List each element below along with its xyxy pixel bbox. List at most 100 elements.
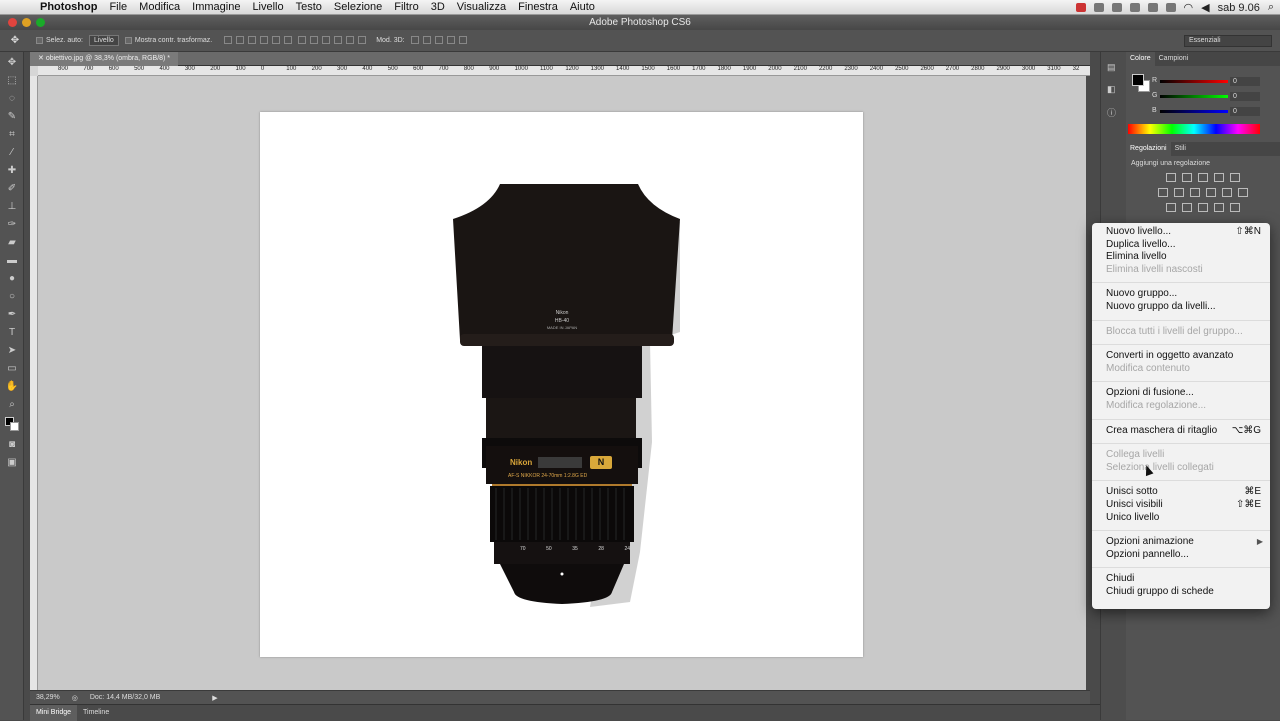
color-lookup-icon[interactable] bbox=[1238, 188, 1248, 197]
menu-item[interactable]: Unisci visibili ⇧⌘E bbox=[1092, 499, 1270, 512]
align-vcenter-icon[interactable] bbox=[236, 35, 245, 44]
info-panel-icon[interactable]: ⓘ bbox=[1107, 106, 1121, 118]
brightness-contrast-icon[interactable] bbox=[1166, 173, 1176, 182]
auto-select-dropdown[interactable]: Livello bbox=[88, 35, 119, 46]
black-white-icon[interactable] bbox=[1190, 188, 1200, 197]
vertical-ruler[interactable] bbox=[30, 76, 38, 690]
show-transform-checkbox[interactable] bbox=[124, 37, 132, 44]
canvas-area[interactable]: Nikon HB-40 MADE IN JAPAN Nikon N AF-S N… bbox=[38, 76, 1086, 690]
menu-testo[interactable]: Testo bbox=[290, 1, 328, 13]
blur-tool-icon[interactable]: ● bbox=[4, 272, 20, 286]
color-balance-icon[interactable] bbox=[1174, 188, 1184, 197]
document-tab[interactable]: ✕ obiettivo.jpg @ 38,3% (ombra, RGB/8) * bbox=[30, 52, 179, 66]
auto-select-checkbox[interactable] bbox=[36, 37, 43, 44]
align-top-icon[interactable] bbox=[224, 35, 233, 44]
channel-g-slider[interactable] bbox=[1160, 95, 1228, 98]
vibrance-icon[interactable] bbox=[1230, 173, 1240, 182]
posterize-icon[interactable] bbox=[1182, 203, 1192, 212]
channel-b-value[interactable]: 0 bbox=[1230, 107, 1260, 116]
menu-immagine[interactable]: Immagine bbox=[186, 1, 246, 13]
quick-mask-icon[interactable]: ◙ bbox=[4, 438, 20, 452]
panel-foreground-swatch[interactable] bbox=[1132, 74, 1144, 86]
selective-color-icon[interactable] bbox=[1230, 203, 1240, 212]
distribute-left-icon[interactable] bbox=[334, 35, 343, 44]
menubar-clock[interactable]: sab 9.06 bbox=[1218, 2, 1260, 14]
tab-stili[interactable]: Stili bbox=[1171, 142, 1190, 156]
menu-item[interactable]: Chiudi gruppo di schede bbox=[1092, 586, 1270, 599]
close-window-icon[interactable] bbox=[8, 18, 17, 27]
wifi-icon[interactable]: ◠ bbox=[1184, 1, 1194, 14]
distribute-top-icon[interactable] bbox=[298, 35, 307, 44]
channel-r-slider[interactable] bbox=[1160, 80, 1228, 83]
align-bottom-icon[interactable] bbox=[248, 35, 257, 44]
eraser-tool-icon[interactable]: ▰ bbox=[4, 236, 20, 250]
dropbox-icon[interactable] bbox=[1129, 3, 1140, 12]
menu-item[interactable]: Opzioni di fusione... bbox=[1092, 387, 1270, 400]
skype-icon[interactable] bbox=[1111, 3, 1122, 12]
background-color-swatch[interactable] bbox=[10, 422, 19, 431]
status-menu-arrow-icon[interactable]: ▶ bbox=[212, 694, 217, 702]
menu-item[interactable]: Chiudi bbox=[1092, 573, 1270, 586]
bluetooth-icon[interactable] bbox=[1165, 3, 1176, 12]
clone-stamp-tool-icon[interactable]: ⊥ bbox=[4, 200, 20, 214]
photo-filter-icon[interactable] bbox=[1206, 188, 1216, 197]
drag-3d-icon[interactable] bbox=[434, 35, 443, 44]
zoom-level[interactable]: 38,29% bbox=[36, 694, 60, 701]
status-icon[interactable] bbox=[1093, 3, 1104, 12]
rotate-3d-icon[interactable] bbox=[410, 35, 419, 44]
distribute-right-icon[interactable] bbox=[358, 35, 367, 44]
screen-mode-icon[interactable]: ▣ bbox=[4, 456, 20, 470]
exposure-icon[interactable] bbox=[1214, 173, 1224, 182]
menu-item[interactable]: Nuovo gruppo da livelli... bbox=[1092, 301, 1270, 314]
shape-tool-icon[interactable]: ▭ bbox=[4, 362, 20, 376]
menu-app-photoshop[interactable]: Photoshop bbox=[34, 1, 103, 13]
hue-saturation-icon[interactable] bbox=[1158, 188, 1168, 197]
dodge-tool-icon[interactable]: ○ bbox=[4, 290, 20, 304]
menu-finestra[interactable]: Finestra bbox=[512, 1, 564, 13]
menu-livello[interactable]: Livello bbox=[246, 1, 289, 13]
menu-item[interactable]: Duplica livello... bbox=[1092, 239, 1270, 252]
quick-selection-tool-icon[interactable]: ✎ bbox=[4, 110, 20, 124]
menu-item[interactable]: Unico livello bbox=[1092, 512, 1270, 525]
history-panel-icon[interactable]: ▤ bbox=[1107, 62, 1121, 74]
gradient-map-icon[interactable] bbox=[1214, 203, 1224, 212]
align-hcenter-icon[interactable] bbox=[272, 35, 281, 44]
menu-item[interactable]: Nuovo gruppo... bbox=[1092, 288, 1270, 301]
workspace-dropdown[interactable]: Essenziali bbox=[1184, 35, 1272, 47]
menu-item[interactable]: Crea maschera di ritaglio ⌥⌘G bbox=[1092, 425, 1270, 438]
distribute-bottom-icon[interactable] bbox=[322, 35, 331, 44]
menu-file[interactable]: File bbox=[103, 1, 133, 13]
recording-icon[interactable] bbox=[1075, 3, 1086, 12]
channel-mixer-icon[interactable] bbox=[1222, 188, 1232, 197]
menu-visualizza[interactable]: Visualizza bbox=[451, 1, 512, 13]
spotlight-search-icon[interactable]: ⌕ bbox=[1268, 1, 1274, 14]
levels-icon[interactable] bbox=[1182, 173, 1192, 182]
lasso-tool-icon[interactable]: ◌ bbox=[4, 92, 20, 106]
align-right-icon[interactable] bbox=[284, 35, 293, 44]
scale-3d-icon[interactable] bbox=[458, 35, 467, 44]
menu-modifica[interactable]: Modifica bbox=[133, 1, 186, 13]
type-tool-icon[interactable]: T bbox=[4, 326, 20, 340]
gradient-tool-icon[interactable]: ▬ bbox=[4, 254, 20, 268]
minimize-window-icon[interactable] bbox=[22, 18, 31, 27]
menu-item[interactable]: Converti in oggetto avanzato bbox=[1092, 350, 1270, 363]
tab-colore[interactable]: Colore bbox=[1126, 52, 1155, 66]
volume-icon[interactable]: ◀ bbox=[1201, 1, 1209, 14]
menu-selezione[interactable]: Selezione bbox=[328, 1, 388, 13]
menu-item[interactable]: Nuovo livello... ⇧⌘N bbox=[1092, 226, 1270, 239]
menu-3d[interactable]: 3D bbox=[425, 1, 451, 13]
color-swatches[interactable] bbox=[4, 416, 20, 434]
eyedropper-tool-icon[interactable]: ⁄ bbox=[4, 146, 20, 160]
curves-icon[interactable] bbox=[1198, 173, 1208, 182]
tab-timeline[interactable]: Timeline bbox=[77, 709, 115, 716]
color-spectrum[interactable] bbox=[1128, 124, 1260, 134]
distribute-hcenter-icon[interactable] bbox=[346, 35, 355, 44]
document-canvas[interactable]: Nikon HB-40 MADE IN JAPAN Nikon N AF-S N… bbox=[260, 112, 863, 657]
channel-r-value[interactable]: 0 bbox=[1230, 77, 1260, 86]
history-brush-tool-icon[interactable]: ✑ bbox=[4, 218, 20, 232]
slide-3d-icon[interactable] bbox=[446, 35, 455, 44]
menu-item[interactable]: Opzioni pannello... bbox=[1092, 549, 1270, 562]
invert-icon[interactable] bbox=[1166, 203, 1176, 212]
properties-panel-icon[interactable]: ◧ bbox=[1107, 84, 1121, 96]
hand-tool-icon[interactable]: ✋ bbox=[4, 380, 20, 394]
